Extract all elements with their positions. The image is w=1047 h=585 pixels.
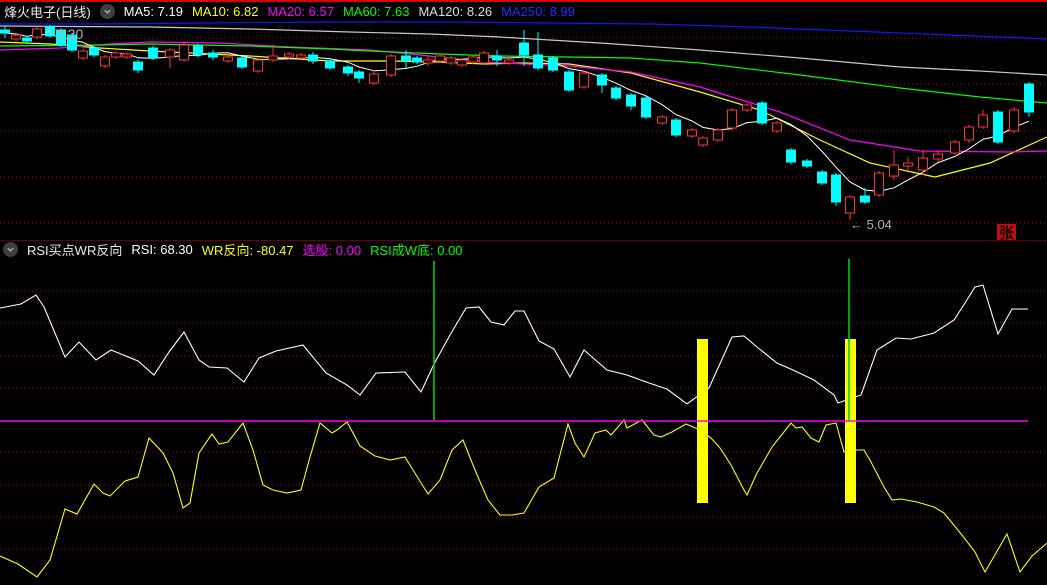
indicator-title: RSI买点WR反向 — [27, 243, 123, 258]
ma250-legend: MA250: 8.99 — [501, 4, 575, 19]
rsi-value: RSI: 68.30 — [131, 242, 193, 257]
indicator-chevron-down-icon[interactable] — [3, 242, 18, 257]
stock-title: 烽火电子(日线) — [4, 5, 91, 20]
ma5-legend: MA5: 7.19 — [123, 4, 183, 19]
low-price-label: ← 5.04 — [850, 217, 892, 232]
window-top-border — [0, 0, 1047, 2]
gridlines — [0, 37, 1047, 550]
chevron-down-icon[interactable] — [99, 4, 115, 19]
indicator-header: RSI买点WR反向 RSI: 68.30 WR反向: -80.47 选股: 0.… — [0, 240, 1047, 258]
ma20-legend: MA20: 6.57 — [267, 4, 334, 19]
candles — [0, 25, 1034, 220]
ma60-legend: MA60: 7.63 — [342, 4, 410, 19]
main-chart-header: 烽火电子(日线) MA5: 7.19 MA10: 6.82 MA20: 6.57… — [0, 2, 1047, 21]
wr-line — [0, 418, 1047, 578]
high-price-label: 9.20 — [56, 26, 83, 42]
ex-rights-marker: ✳ — [44, 27, 53, 39]
ma120-legend: MA120: 8.26 — [418, 4, 493, 19]
rsi-w-bottom-value: RSI成W底: 0.00 — [370, 243, 463, 258]
wr-reverse-value: WR反向: -80.47 — [201, 243, 294, 258]
ma10-legend: MA10: 6.82 — [191, 4, 259, 19]
trading-app-window: ✳ 9.20 ← 5.04 烽火电子(日线) MA5: 7.19 MA10: 6.8… — [0, 0, 1047, 585]
stock-pick-value: 选股: 0.00 — [302, 243, 362, 258]
rsi-line — [0, 284, 1028, 405]
chart-canvas[interactable]: ✳ 9.20 ← 5.04 — [0, 0, 1047, 585]
